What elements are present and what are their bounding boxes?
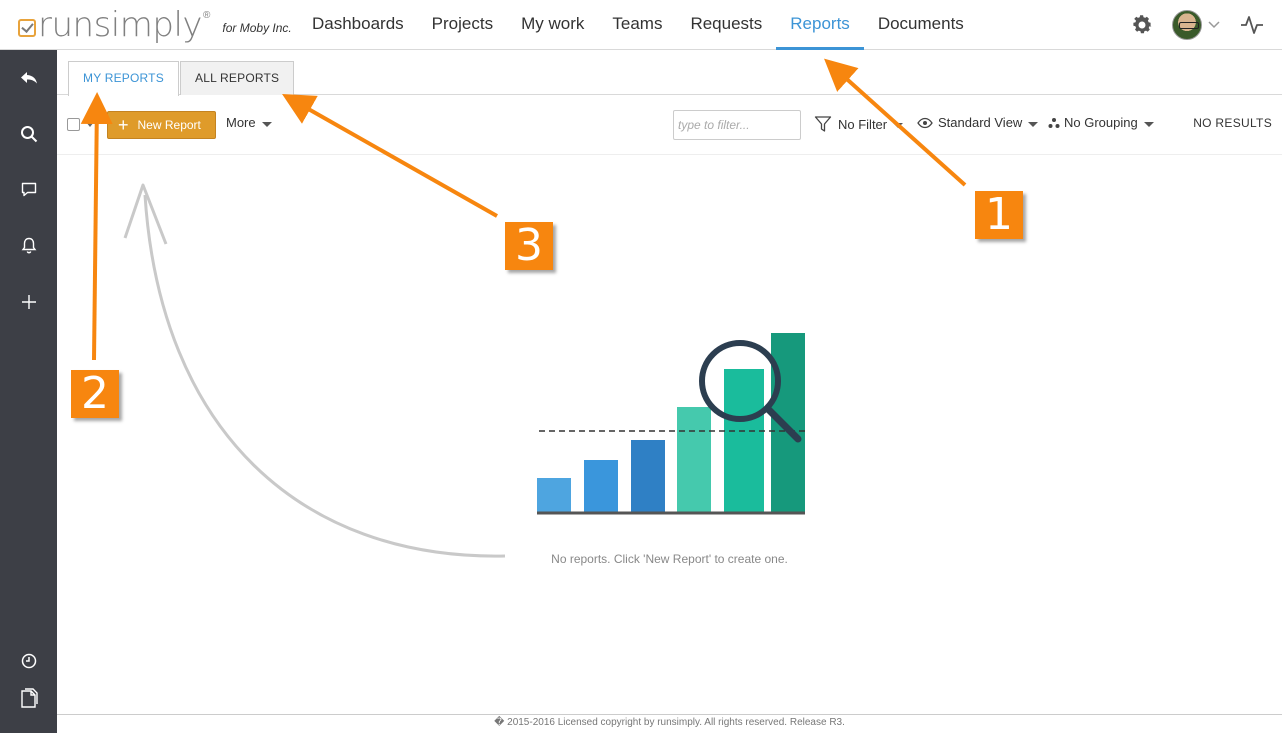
more-label: More xyxy=(226,115,256,130)
bell-icon[interactable] xyxy=(18,235,39,256)
nav-teams[interactable]: Teams xyxy=(598,0,676,50)
more-dropdown[interactable]: More xyxy=(226,115,272,130)
grouping-dropdown[interactable]: No Grouping xyxy=(1048,115,1154,130)
top-bar: runsimply ® for Moby Inc. Dashboards Pro… xyxy=(0,0,1282,50)
no-filter-label: No Filter xyxy=(838,116,888,132)
nav-documents[interactable]: Documents xyxy=(864,0,978,50)
nav-reports[interactable]: Reports xyxy=(776,0,864,50)
bar-chart-illustration xyxy=(537,333,805,515)
avatar[interactable] xyxy=(1172,10,1202,40)
clock-icon[interactable] xyxy=(18,650,39,671)
plus-icon[interactable] xyxy=(18,291,39,312)
organization-name: for Moby Inc. xyxy=(222,21,292,35)
nav-my-work[interactable]: My work xyxy=(507,0,598,50)
gear-icon[interactable] xyxy=(1130,13,1154,37)
tab-my-reports[interactable]: MY REPORTS xyxy=(68,61,179,96)
eye-icon xyxy=(917,117,933,128)
nav-requests[interactable]: Requests xyxy=(676,0,776,50)
footer: � 2015-2016 Licensed copyright by runsim… xyxy=(57,714,1282,733)
grouping-icon xyxy=(1048,117,1060,128)
select-all-checkbox[interactable] xyxy=(67,118,80,131)
funnel-icon xyxy=(814,116,832,132)
toolbar: + New Report More No Filter Standard Vie… xyxy=(57,95,1282,155)
chevron-down-icon[interactable] xyxy=(1208,21,1220,29)
new-report-button[interactable]: + New Report xyxy=(107,111,216,139)
search-icon[interactable] xyxy=(18,123,39,144)
sidebar xyxy=(0,50,57,733)
empty-state-message: No reports. Click 'New Report' to create… xyxy=(551,552,788,566)
caret-down-icon xyxy=(261,121,272,127)
logo-check-icon xyxy=(18,19,36,37)
magnifier-icon xyxy=(699,340,802,443)
plus-icon: + xyxy=(118,115,129,135)
grouping-label: No Grouping xyxy=(1064,115,1138,130)
filter-dropdown[interactable]: No Filter xyxy=(814,115,904,133)
report-tabs: MY REPORTS ALL REPORTS xyxy=(57,50,1282,96)
comment-icon[interactable] xyxy=(18,179,39,200)
results-count: NO RESULTS xyxy=(1193,116,1272,130)
annotation-badge-1: 1 xyxy=(975,191,1023,239)
view-label: Standard View xyxy=(938,115,1023,130)
view-dropdown[interactable]: Standard View xyxy=(917,115,1039,130)
main-nav: Dashboards Projects My work Teams Reques… xyxy=(298,0,978,50)
documents-icon[interactable] xyxy=(18,687,39,708)
caret-down-icon xyxy=(1028,121,1039,127)
nav-dashboards[interactable]: Dashboards xyxy=(298,0,418,50)
select-menu-caret-icon[interactable] xyxy=(86,122,94,127)
caret-down-icon xyxy=(893,123,904,128)
annotation-badge-2: 2 xyxy=(71,370,119,418)
back-icon[interactable] xyxy=(18,67,39,88)
logo-registered-mark: ® xyxy=(203,10,211,21)
annotation-badge-3: 3 xyxy=(505,222,553,270)
caret-down-icon xyxy=(1143,121,1154,127)
nav-projects[interactable]: Projects xyxy=(418,0,507,50)
logo[interactable]: runsimply ® for Moby Inc. xyxy=(18,6,292,44)
filter-input[interactable] xyxy=(673,110,801,140)
new-report-label: New Report xyxy=(137,118,201,132)
activity-icon[interactable] xyxy=(1240,14,1264,36)
top-right-controls xyxy=(1130,0,1282,50)
hint-arrow-icon xyxy=(123,183,506,558)
tab-all-reports[interactable]: ALL REPORTS xyxy=(180,61,295,95)
logo-text: runsimply xyxy=(38,5,203,45)
